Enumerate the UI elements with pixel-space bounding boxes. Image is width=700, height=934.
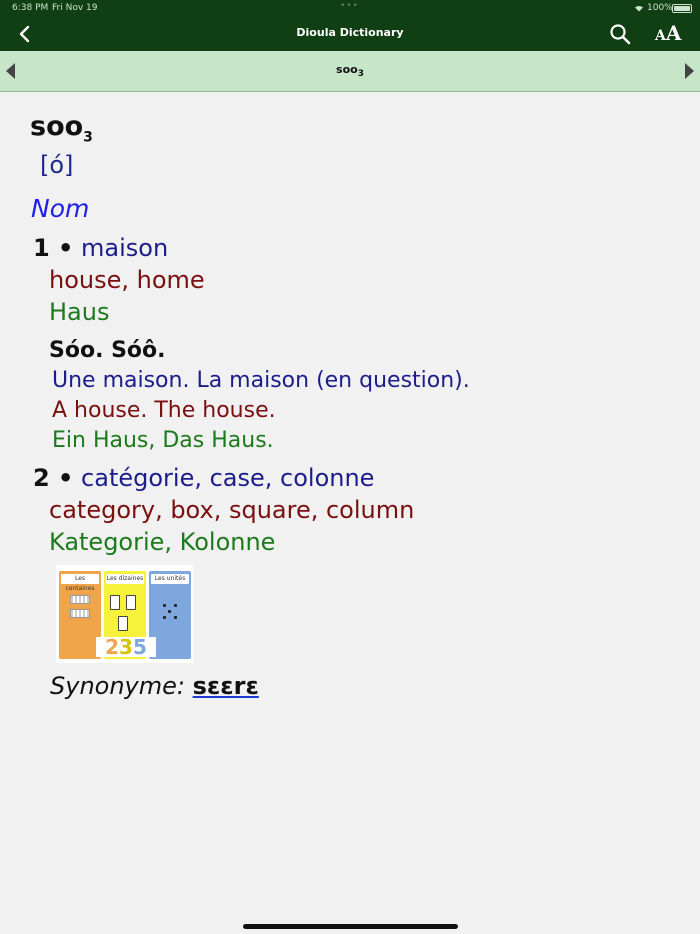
text-size-big-glyph: A — [665, 21, 682, 45]
example-dioula: Sóo. Sóô. — [49, 338, 166, 363]
sense-1-english: house, home — [49, 266, 205, 294]
hundred-block-icon — [70, 595, 90, 604]
sense-2-number: 2 • — [33, 464, 74, 492]
tens-label: Les dizaines — [106, 574, 144, 584]
status-time: 6:38 PM — [12, 3, 49, 13]
navigation-bar: Dioula Dictionary AA — [0, 16, 700, 51]
text-size-small-glyph: A — [655, 28, 666, 44]
hundred-block-icon — [70, 609, 90, 618]
unit-dot-icon — [163, 616, 166, 619]
hundreds-digit: 2 — [105, 635, 120, 659]
example-english: A house. The house. — [52, 398, 276, 423]
current-headword: soo3 — [0, 63, 700, 79]
synonym-label: Synonyme: — [50, 672, 185, 700]
sense-1-french: 1 • maison — [33, 234, 168, 262]
lemma-text: soo — [30, 111, 84, 142]
ten-domino-icon — [118, 616, 128, 631]
place-value-illustration[interactable]: Les centaines Les dizaines Les unités 23… — [56, 565, 193, 663]
entry-lemma: soo3 — [30, 111, 93, 145]
hundreds-column: Les centaines — [59, 571, 101, 659]
home-indicator[interactable] — [243, 924, 458, 929]
status-bar: 6:38 PM Fri Nov 19 ••• 100% — [0, 0, 700, 16]
units-digit: 5 — [132, 635, 147, 659]
wifi-icon — [635, 5, 643, 12]
pronunciation: [ó] — [40, 151, 74, 179]
unit-dot-icon — [174, 604, 177, 607]
text-size-button[interactable]: AA — [655, 21, 681, 45]
hundreds-label: Les centaines — [61, 574, 99, 592]
sense-2-french: 2 • catégorie, case, colonne — [33, 464, 374, 492]
tens-digit: 3 — [119, 635, 133, 659]
synonym-row: Synonyme: sɛɛrɛ — [50, 672, 259, 700]
multitasking-dots-icon[interactable]: ••• — [340, 1, 359, 11]
sense-1-german: Haus — [49, 298, 110, 326]
unit-dot-icon — [168, 610, 171, 613]
example-french: Une maison. La maison (en question). — [52, 368, 470, 393]
entry-navigation-bar: soo3 — [0, 51, 700, 92]
current-headword-text: soo — [336, 63, 358, 76]
units-label: Les unités — [151, 574, 189, 584]
battery-icon — [672, 4, 692, 13]
search-icon[interactable] — [608, 22, 632, 46]
sense-1-french-text: maison — [81, 234, 169, 262]
synonym-link[interactable]: sɛɛrɛ — [193, 672, 259, 700]
next-entry-arrow-icon[interactable] — [682, 62, 696, 80]
unit-dot-icon — [174, 616, 177, 619]
unit-dot-icon — [163, 604, 166, 607]
example-german: Ein Haus, Das Haus. — [52, 428, 274, 453]
part-of-speech: Nom — [31, 194, 90, 223]
ten-domino-icon — [110, 595, 120, 610]
sense-2-english: category, box, square, column — [49, 496, 415, 524]
status-date: Fri Nov 19 — [52, 3, 98, 13]
battery-percent: 100% — [647, 3, 673, 13]
ten-domino-icon — [126, 595, 136, 610]
number-display: 235 — [96, 637, 156, 657]
current-headword-homonym: 3 — [357, 69, 364, 80]
sense-2-french-text: catégorie, case, colonne — [81, 464, 375, 492]
sense-2-german: Kategorie, Kolonne — [49, 528, 276, 556]
lemma-homonym: 3 — [83, 129, 93, 146]
sense-1-number: 1 • — [33, 234, 74, 262]
app-title: Dioula Dictionary — [296, 26, 404, 39]
